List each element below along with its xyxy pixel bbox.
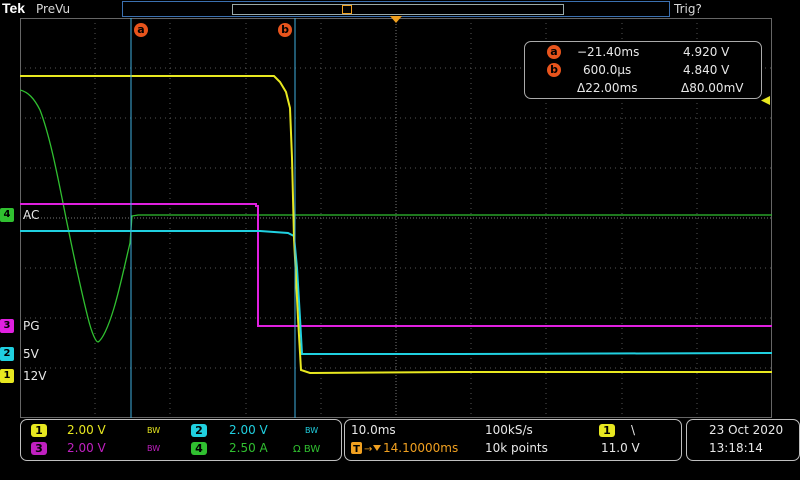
ch1-scale[interactable]: 2.00 V: [67, 423, 106, 437]
record-length: 10k points: [485, 441, 548, 455]
svg-text:T: T: [353, 444, 360, 455]
cursor-b-badge: b: [547, 63, 561, 77]
ch3-tag: 3: [0, 319, 14, 333]
ch2-name: 5V: [23, 347, 39, 361]
trigger-level[interactable]: 11.0 V: [601, 441, 640, 455]
cursor-b-marker[interactable]: b: [278, 23, 292, 37]
cursor-delta-time: Δ22.00ms: [577, 81, 638, 95]
svg-text:→: →: [364, 444, 372, 455]
ch3-badge: 3: [31, 442, 47, 455]
cursor-b-value: 4.840 V: [683, 63, 730, 77]
cursor-b-time: 600.0µs: [583, 63, 632, 77]
ch2-scale[interactable]: 2.00 V: [229, 423, 268, 437]
ch4-name: AC: [23, 208, 40, 222]
ch4-scale[interactable]: 2.50 A: [229, 441, 268, 455]
trigger-source-badge: 1: [599, 424, 615, 437]
ch1-bw: BW: [147, 426, 161, 435]
trigger-position-icon: [390, 16, 402, 23]
vertical-panel[interactable]: 1 2.00 V BW 2 2.00 V BW 3 2.00 V BW 4 2.…: [20, 419, 342, 461]
brand-logo: Tek: [2, 0, 26, 16]
cursor-a-value: 4.920 V: [683, 45, 730, 59]
cursor-readout: a −21.40ms 4.920 V b 600.0µs 4.840 V Δ22…: [524, 41, 762, 99]
datetime-panel: 23 Oct 2020 13:18:14: [686, 419, 800, 461]
ch1-name: 12V: [23, 369, 47, 383]
trigger-level-icon: [761, 96, 770, 105]
record-view-window[interactable]: [232, 4, 564, 15]
date: 23 Oct 2020: [709, 423, 784, 437]
delay-value[interactable]: 14.10000ms: [383, 441, 458, 455]
ch4-tag: 4: [0, 208, 14, 222]
ch2-bw: BW: [305, 426, 319, 435]
time: 13:18:14: [709, 441, 763, 455]
ch1-tag: 1: [0, 369, 14, 383]
delay-icon: T →: [351, 442, 381, 455]
ch4-badge: 4: [191, 442, 207, 455]
cursor-a-marker[interactable]: a: [134, 23, 148, 37]
cursor-delta-value: Δ80.00mV: [681, 81, 744, 95]
ch2-tag: 2: [0, 347, 14, 361]
cursor-a-time: −21.40ms: [577, 45, 640, 59]
ch3-name: PG: [23, 319, 40, 333]
ch3-bw: BW: [147, 444, 161, 453]
acquisition-state: PreVu: [36, 2, 71, 16]
trigger-status: Trig?: [674, 2, 702, 16]
ch1-badge: 1: [31, 424, 47, 437]
horizontal-panel[interactable]: 10.0ms 100kS/s T → 14.10000ms 10k points…: [344, 419, 682, 461]
ch3-scale[interactable]: 2.00 V: [67, 441, 106, 455]
sample-rate: 100kS/s: [485, 423, 533, 437]
timebase[interactable]: 10.0ms: [351, 423, 396, 437]
trigger-slope-icon: \: [631, 423, 636, 437]
trigger-position-icon: [342, 5, 352, 14]
ch4-coupling: Ω BW: [293, 444, 321, 455]
ch2-badge: 2: [191, 424, 207, 437]
cursor-a-badge: a: [547, 45, 561, 59]
